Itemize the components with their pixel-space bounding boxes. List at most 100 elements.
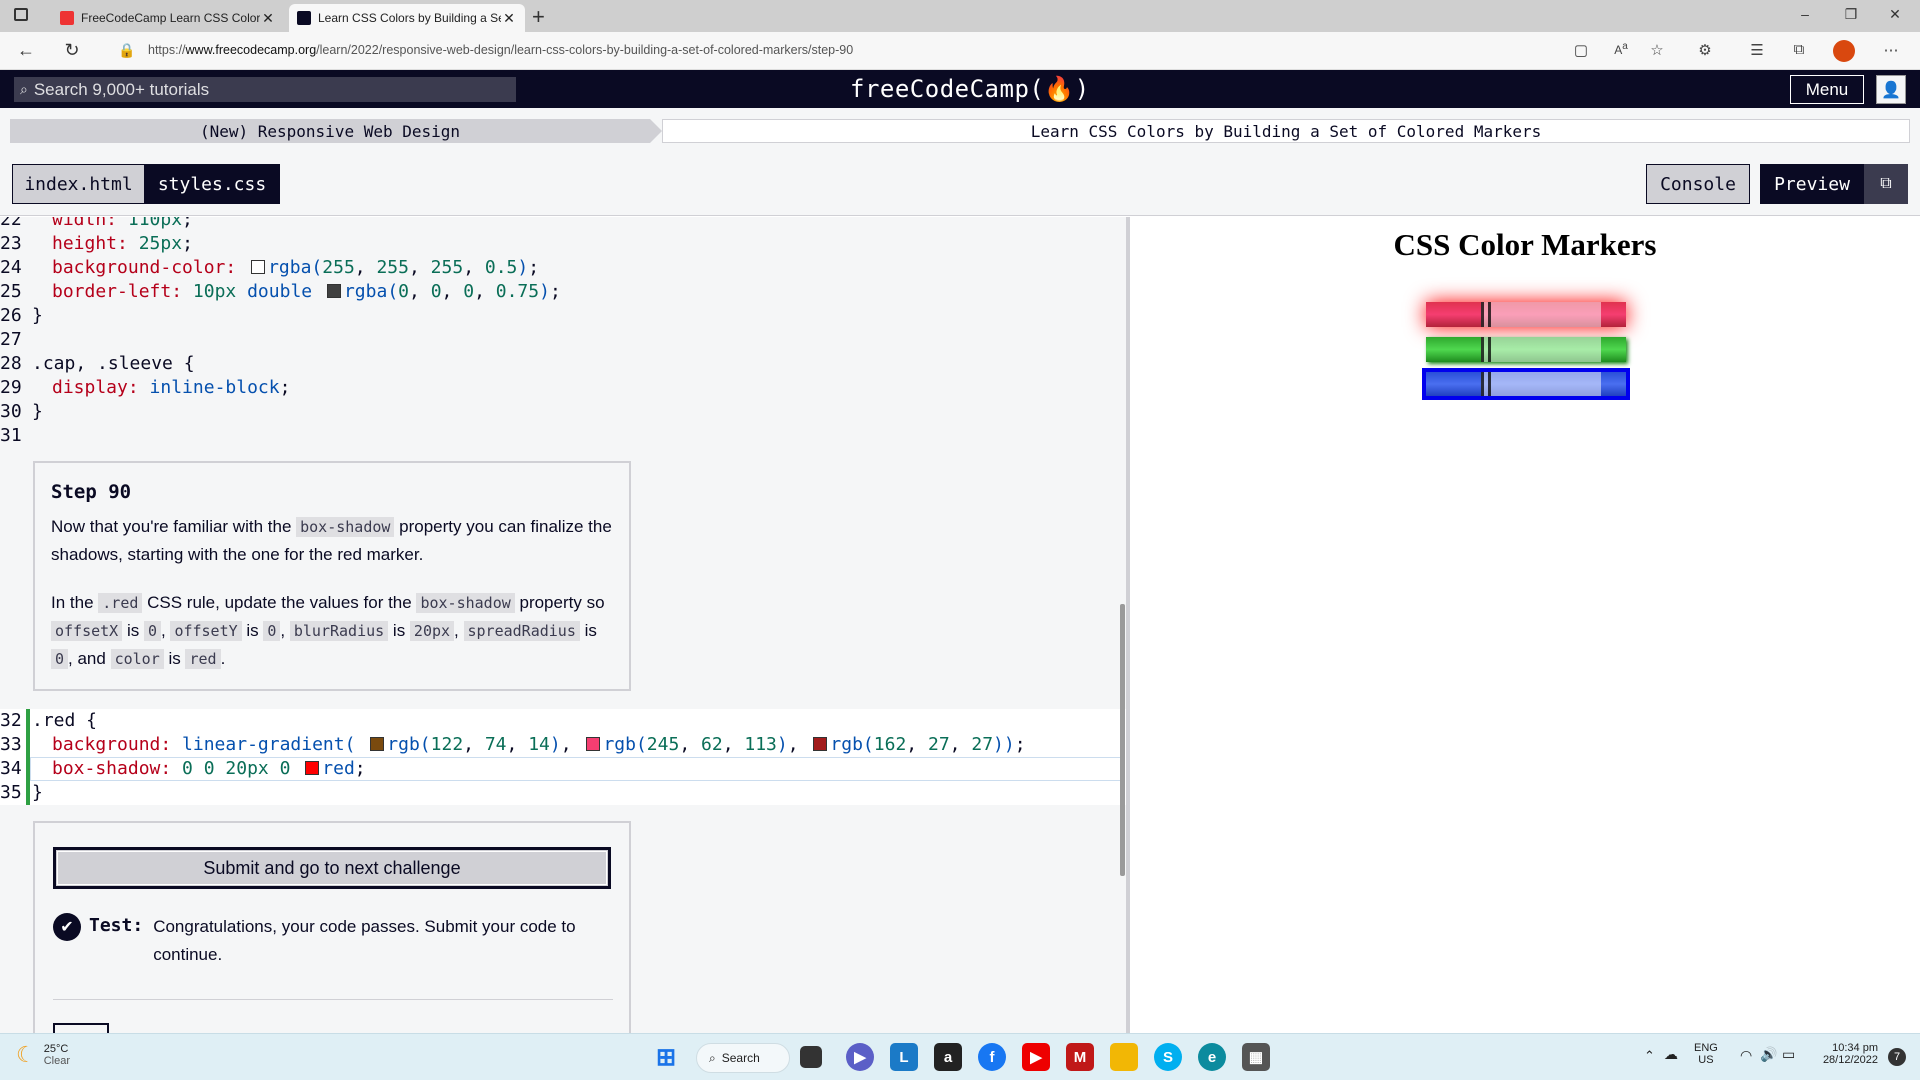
- profile-avatar[interactable]: [1833, 40, 1855, 62]
- wifi-icon[interactable]: ◠: [1740, 1047, 1752, 1064]
- read-aloud-icon[interactable]: Aa: [1610, 41, 1632, 57]
- windows-start-icon[interactable]: ⊞: [652, 1043, 680, 1071]
- favorites-icon[interactable]: ☰: [1746, 41, 1768, 59]
- facebook-icon[interactable]: f: [978, 1043, 1006, 1071]
- user-avatar[interactable]: 👤: [1876, 75, 1906, 104]
- line-number: 32: [0, 710, 22, 731]
- skype-icon[interactable]: S: [1154, 1043, 1182, 1071]
- minimize-icon[interactable]: –: [1790, 6, 1820, 22]
- code-line[interactable]: 32 .red {: [0, 709, 97, 733]
- breadcrumb-block[interactable]: Learn CSS Colors by Building a Set of Co…: [662, 119, 1910, 143]
- windows-taskbar: ☾ 25°C Clear ⊞ ⌕ Search ▶ L a f ▶ M S e ▦…: [0, 1033, 1920, 1080]
- code-line[interactable]: 31: [0, 424, 24, 448]
- calculator-icon[interactable]: ▦: [1242, 1043, 1270, 1071]
- breadcrumb: (New) Responsive Web Design Learn CSS Co…: [0, 108, 1920, 146]
- browser-tab-freecodecamp[interactable]: Learn CSS Colors by Building a Set ✕: [289, 4, 525, 32]
- more-options-icon[interactable]: ⋯: [1880, 41, 1902, 59]
- favorite-star-icon[interactable]: ☆: [1646, 41, 1668, 59]
- lock-icon[interactable]: 🔒: [118, 42, 135, 59]
- code-line[interactable]: 26}: [0, 304, 43, 328]
- file-explorer-icon[interactable]: [1110, 1043, 1138, 1071]
- search-icon: ⌕: [709, 1050, 716, 1065]
- code-property: background-color:: [52, 257, 248, 278]
- close-icon[interactable]: ✕: [260, 10, 276, 27]
- taskbar-search[interactable]: ⌕ Search: [696, 1043, 790, 1073]
- code-text: }: [32, 305, 43, 326]
- preview-button[interactable]: Preview: [1760, 164, 1864, 204]
- notification-badge[interactable]: 7: [1888, 1048, 1906, 1066]
- back-icon[interactable]: ←: [14, 40, 38, 61]
- text: ,: [280, 621, 290, 640]
- search-input[interactable]: ⌕ Search 9,000+ tutorials: [14, 77, 516, 102]
- code-line[interactable]: 34 box-shadow: 0 0 20px 0 red;: [0, 757, 366, 781]
- inline-code: red: [185, 649, 221, 669]
- mcafee-icon[interactable]: M: [1066, 1043, 1094, 1071]
- color-swatch[interactable]: [586, 737, 601, 751]
- code-editor[interactable]: 22 width: 110px; 23 height: 25px; 24 backgr…: [0, 217, 1126, 1033]
- code-line[interactable]: 35}: [0, 781, 43, 805]
- color-swatch[interactable]: [305, 761, 320, 775]
- restore-icon[interactable]: ❐: [1836, 6, 1866, 23]
- close-icon[interactable]: ✕: [501, 10, 517, 27]
- color-swatch[interactable]: [251, 260, 266, 274]
- text: , and: [68, 649, 111, 668]
- breadcrumb-superblock[interactable]: (New) Responsive Web Design: [10, 119, 650, 143]
- editor-scrollbar[interactable]: [1120, 604, 1125, 876]
- url-field[interactable]: https://www.freecodecamp.org/learn/2022/…: [148, 43, 853, 57]
- browser-tab-youtube[interactable]: FreeCodeCamp Learn CSS Colors ✕: [52, 4, 284, 32]
- color-swatch[interactable]: [813, 737, 828, 751]
- code-text: .red {: [32, 710, 98, 731]
- collections-icon[interactable]: ⧉: [1788, 41, 1810, 58]
- reset-button[interactable]: [53, 1023, 109, 1033]
- task-view-icon[interactable]: [800, 1046, 822, 1068]
- edge-icon[interactable]: e: [1198, 1043, 1226, 1071]
- code-line[interactable]: 25 border-left: 10px double rgba(0, 0, 0,…: [0, 280, 561, 304]
- code-line[interactable]: 33 background: linear-gradient( rgb(122, …: [0, 733, 1026, 757]
- tab-styles-css[interactable]: styles.css: [144, 164, 280, 204]
- temperature: 25°C: [43, 1043, 69, 1055]
- color-swatch[interactable]: [370, 737, 385, 751]
- tab-actions-icon[interactable]: [14, 8, 28, 21]
- weather-widget[interactable]: ☾ 25°C Clear: [16, 1042, 70, 1068]
- clock[interactable]: 10:34 pm 28/12/2022: [1816, 1042, 1878, 1066]
- code-line[interactable]: 29 display: inline-block;: [0, 376, 290, 400]
- code-line[interactable]: 23 height: 25px;: [0, 232, 193, 256]
- lexis-icon[interactable]: L: [890, 1043, 918, 1071]
- popout-preview-icon[interactable]: ⧉: [1864, 164, 1908, 204]
- battery-icon[interactable]: ▭: [1782, 1046, 1795, 1063]
- refresh-icon[interactable]: ↻: [60, 40, 84, 61]
- inline-code: 0: [51, 649, 69, 669]
- extensions-icon[interactable]: ⚙: [1694, 41, 1716, 59]
- freecodecamp-logo[interactable]: freeCodeCamp(🔥): [850, 75, 1090, 103]
- language-indicator[interactable]: ENG US: [1694, 1042, 1718, 1066]
- code-property: background:: [52, 734, 183, 755]
- clock-date: 28/12/2022: [1822, 1054, 1878, 1066]
- color-swatch[interactable]: [326, 284, 341, 298]
- youtube-icon[interactable]: ▶: [1022, 1043, 1050, 1071]
- url-domain: www.freecodecamp.org: [185, 43, 317, 57]
- test-panel: Submit and go to next challenge ✔ Test: …: [33, 821, 631, 1033]
- tab-index-html[interactable]: index.html: [12, 164, 144, 204]
- test-label: Test:: [89, 915, 144, 936]
- window-close-icon[interactable]: ✕: [1880, 6, 1910, 23]
- menu-button[interactable]: Menu: [1790, 75, 1864, 104]
- console-button[interactable]: Console: [1646, 164, 1750, 204]
- submit-button[interactable]: Submit and go to next challenge: [53, 847, 611, 889]
- chevron-up-icon[interactable]: ⌃: [1644, 1048, 1655, 1064]
- amazon-icon[interactable]: a: [934, 1043, 962, 1071]
- code-line[interactable]: 24 background-color: rgba(255, 255, 255, …: [0, 256, 539, 280]
- marker-sleeve: [1481, 302, 1601, 327]
- code-line[interactable]: 30}: [0, 400, 43, 424]
- install-app-icon[interactable]: ▢: [1570, 41, 1592, 59]
- teams-icon[interactable]: ▶: [846, 1043, 874, 1071]
- onedrive-icon[interactable]: ☁: [1664, 1046, 1678, 1063]
- step-description: Step 90 Now that you're familiar with th…: [33, 461, 631, 691]
- code-line[interactable]: 22 width: 110px;: [0, 217, 193, 232]
- text: CSS rule, update the values for the: [142, 593, 417, 612]
- volume-icon[interactable]: 🔊: [1760, 1046, 1777, 1063]
- code-line[interactable]: 28 .cap, .sleeve {: [0, 352, 195, 376]
- new-tab-icon[interactable]: +: [532, 4, 545, 30]
- code-line[interactable]: 27: [0, 328, 24, 352]
- code-text: width:: [52, 217, 128, 230]
- weather-condition: Clear: [43, 1055, 71, 1067]
